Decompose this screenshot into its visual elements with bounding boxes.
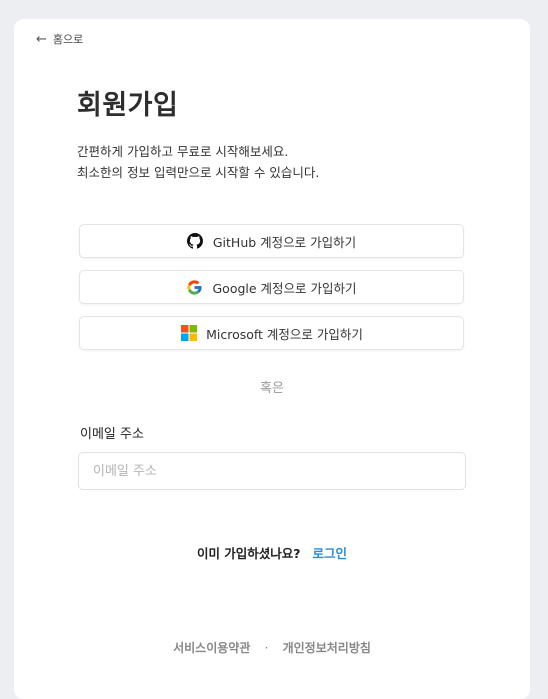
login-question: 이미 가입하셨나요? <box>196 546 301 561</box>
footer-links: 서비스이용약관 · 개인정보처리방침 <box>14 639 530 656</box>
github-signup-button[interactable]: GitHub 계정으로 가입하기 <box>79 224 464 258</box>
google-signup-label: Google 계정으로 가입하기 <box>212 280 357 296</box>
microsoft-signup-button[interactable]: Microsoft 계정으로 가입하기 <box>79 316 464 350</box>
privacy-link[interactable]: 개인정보처리방침 <box>283 641 371 655</box>
github-icon <box>187 233 204 250</box>
google-icon <box>186 279 203 296</box>
arrow-left-icon: ← <box>36 31 47 47</box>
page-title: 회원가입 <box>77 90 179 121</box>
github-signup-label: GitHub 계정으로 가입하기 <box>212 234 357 250</box>
or-divider: 혹은 <box>260 381 284 396</box>
page-description: 간편하게 가입하고 무료로 시작해보세요. 최소한의 정보 입력만으로 시작할 … <box>77 141 319 183</box>
microsoft-signup-label: Microsoft 계정으로 가입하기 <box>206 326 363 342</box>
back-home-link[interactable]: ← 홈으로 <box>36 30 83 48</box>
description-line-2: 최소한의 정보 입력만으로 시작할 수 있습니다. <box>77 165 320 180</box>
google-signup-button[interactable]: Google 계정으로 가입하기 <box>79 270 464 304</box>
signup-card: ← 홈으로 회원가입 간편하게 가입하고 무료로 시작해보세요. 최소한의 정보… <box>14 19 530 699</box>
description-line-1: 간편하게 가입하고 무료로 시작해보세요. <box>77 144 289 159</box>
footer-separator: · <box>264 641 269 655</box>
email-label: 이메일 주소 <box>80 427 144 442</box>
login-link[interactable]: 로그인 <box>313 546 348 561</box>
email-input[interactable] <box>78 452 466 490</box>
microsoft-icon <box>180 325 197 342</box>
terms-link[interactable]: 서비스이용약관 <box>173 641 250 655</box>
back-home-label: 홈으로 <box>52 33 84 46</box>
login-prompt: 이미 가입하셨나요? 로그인 <box>14 543 530 562</box>
